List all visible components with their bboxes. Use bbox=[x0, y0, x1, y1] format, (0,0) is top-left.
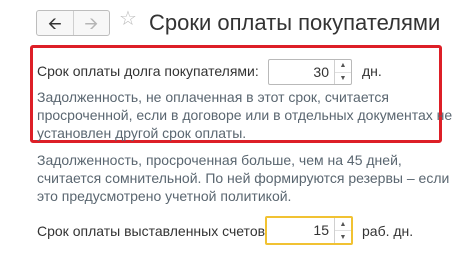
invoice-term-stepper[interactable]: 15 ▲ ▼ bbox=[265, 216, 353, 245]
forward-button[interactable]: 🡪 bbox=[74, 11, 110, 35]
favorite-button[interactable]: ☆ bbox=[119, 9, 137, 29]
note-line: просроченной, если в договоре или в отде… bbox=[37, 107, 453, 123]
invoice-term-label: Срок оплаты выставленных счетов: bbox=[37, 223, 269, 239]
debt-term-stepper[interactable]: 30 ▲ ▼ bbox=[268, 59, 352, 85]
doubtful-debt-note: Задолженность, просроченная больше, чем … bbox=[37, 151, 449, 205]
invoice-term-input[interactable]: 15 bbox=[267, 218, 334, 243]
increment-button[interactable]: ▲ bbox=[335, 60, 351, 73]
invoice-term-spin: ▲ ▼ bbox=[334, 218, 351, 243]
debt-term-spin: ▲ ▼ bbox=[334, 60, 351, 84]
note-line: считается сомнительной. По ней формируют… bbox=[37, 170, 450, 186]
note-line: установлен другой срок оплаты. bbox=[37, 125, 247, 141]
decrement-button[interactable]: ▼ bbox=[335, 231, 351, 243]
invoice-term-unit: раб. дн. bbox=[362, 223, 414, 239]
increment-button[interactable]: ▲ bbox=[335, 218, 351, 231]
decrement-button[interactable]: ▼ bbox=[335, 73, 351, 85]
back-button[interactable]: 🡨 bbox=[37, 11, 74, 35]
navigation-buttons: 🡨 🡪 bbox=[36, 10, 110, 36]
note-line: Задолженность, просроченная больше, чем … bbox=[37, 152, 402, 168]
debt-term-label: Срок оплаты долга покупателями: bbox=[37, 63, 259, 79]
note-line: Задолженность, не оплаченная в этот срок… bbox=[37, 89, 389, 105]
page-title: Сроки оплаты покупателями bbox=[149, 10, 441, 35]
note-line: это предусмотрено учетной политикой. bbox=[37, 188, 292, 204]
debt-term-note: Задолженность, не оплаченная в этот срок… bbox=[37, 88, 452, 142]
title-bar: 🡨 🡪 ☆ Сроки оплаты покупателями bbox=[0, 0, 474, 44]
arrow-left-icon: 🡨 bbox=[47, 13, 62, 33]
debt-term-unit: дн. bbox=[362, 63, 382, 79]
star-icon: ☆ bbox=[119, 8, 137, 30]
debt-term-input[interactable]: 30 bbox=[269, 60, 334, 84]
arrow-right-icon: 🡪 bbox=[84, 13, 99, 33]
